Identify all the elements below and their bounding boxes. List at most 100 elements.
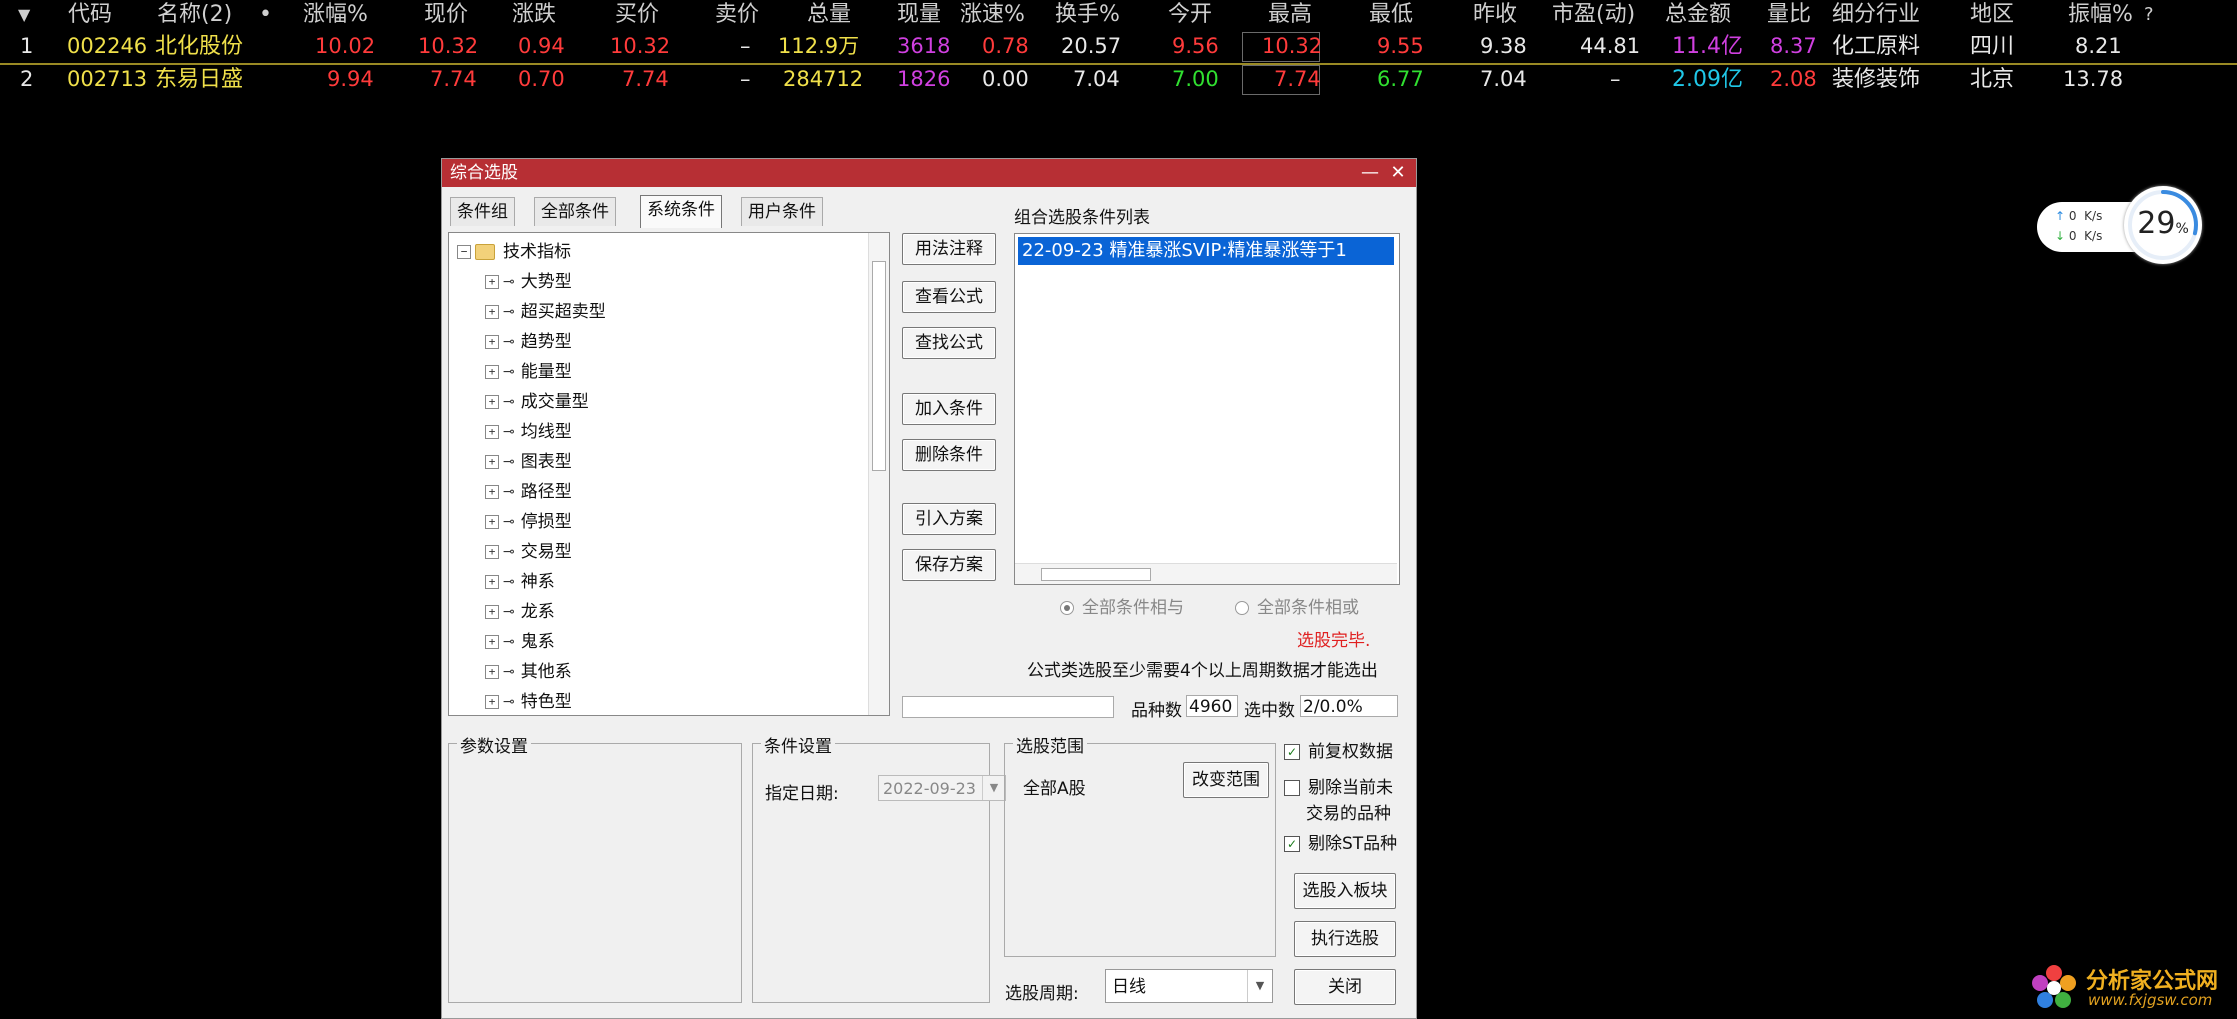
header-industry[interactable]: 细分行业: [1832, 0, 1920, 30]
amplitude: 8.21: [2075, 34, 2122, 58]
header-code[interactable]: 代码: [68, 0, 112, 30]
change-range-button[interactable]: 改变范围: [1183, 762, 1269, 798]
tree-item[interactable]: + ⊸ 图表型: [485, 447, 572, 475]
view-formula-button[interactable]: 查看公式: [902, 281, 996, 313]
header-amount[interactable]: 总金额: [1665, 0, 1731, 30]
header-low[interactable]: 最低: [1369, 0, 1413, 30]
table-row[interactable]: 1 002246 北化股份 10.02 10.32 0.94 10.32 – 1…: [0, 30, 2237, 65]
header-region[interactable]: 地区: [1970, 0, 2014, 30]
tab-user-conditions[interactable]: 用户条件: [741, 197, 823, 226]
header-pe[interactable]: 市盈(动): [1552, 0, 1635, 30]
expand-icon[interactable]: +: [485, 605, 499, 619]
expand-icon[interactable]: +: [485, 545, 499, 559]
header-amplitude[interactable]: 振幅%: [2068, 0, 2133, 30]
add-to-block-button[interactable]: 选股入板块: [1294, 873, 1396, 909]
tree-item[interactable]: + ⊸ 大势型: [485, 267, 572, 295]
radio-all-or[interactable]: 全部条件相或: [1235, 593, 1359, 618]
tree-scroll-thumb[interactable]: [872, 261, 886, 471]
tab-all-conditions[interactable]: 全部条件: [534, 197, 616, 226]
header-high[interactable]: 最高: [1268, 0, 1312, 30]
usage-notes-button[interactable]: 用法注释: [902, 233, 996, 265]
expand-icon[interactable]: +: [485, 335, 499, 349]
tree-item[interactable]: + ⊸ 鬼系: [485, 627, 555, 655]
condition-settings-group: 条件设置 指定日期: 2022-09-23 ▼: [752, 732, 1006, 1003]
ask: –: [740, 34, 751, 58]
tree-item[interactable]: + ⊸ 成交量型: [485, 387, 589, 415]
header-ask[interactable]: 卖价: [715, 0, 759, 30]
header-price[interactable]: 现价: [424, 0, 468, 30]
check-icon: ✓: [1284, 836, 1300, 852]
header-prev-close[interactable]: 昨收: [1473, 0, 1517, 30]
checkbox-exclude-untraded[interactable]: 剔除当前未: [1284, 775, 1393, 801]
expand-icon[interactable]: +: [485, 455, 499, 469]
expand-icon[interactable]: +: [485, 365, 499, 379]
expand-icon[interactable]: +: [485, 575, 499, 589]
expand-icon[interactable]: +: [485, 635, 499, 649]
param-settings-group: 参数设置: [448, 732, 742, 1003]
minimize-icon[interactable]: —: [1358, 161, 1382, 185]
header-turnover[interactable]: 换手%: [1055, 0, 1120, 30]
expand-icon[interactable]: +: [485, 515, 499, 529]
chevron-down-icon[interactable]: ▼: [982, 776, 1005, 800]
tree-item[interactable]: + ⊸ 神系: [485, 567, 555, 595]
dialog-title: 综合选股: [450, 163, 518, 183]
sort-icon[interactable]: ▼: [18, 0, 30, 30]
tab-condition-group[interactable]: 条件组: [450, 197, 515, 226]
period-select[interactable]: 日线 ▼: [1105, 969, 1273, 1003]
condition-scroll-thumb[interactable]: [1041, 568, 1151, 581]
header-cur-volume[interactable]: 现量: [897, 0, 941, 30]
checkbox-forward-adjust[interactable]: ✓ 前复权数据: [1284, 739, 1393, 765]
tree-item[interactable]: + ⊸ 龙系: [485, 597, 555, 625]
tree-item[interactable]: + ⊸ 停损型: [485, 507, 572, 535]
tree-item[interactable]: + ⊸ 其他系: [485, 657, 572, 685]
expand-icon[interactable]: +: [485, 695, 499, 709]
save-plan-button[interactable]: 保存方案: [902, 549, 996, 581]
import-plan-button[interactable]: 引入方案: [902, 503, 996, 535]
tree-item[interactable]: + ⊸ 能量型: [485, 357, 572, 385]
add-condition-button[interactable]: 加入条件: [902, 393, 996, 425]
header-pct[interactable]: 涨幅%: [303, 0, 368, 30]
network-speed-widget[interactable]: ↑ 0 K/s ↓ 0 K/s 29%: [2037, 186, 2202, 268]
header-vol-ratio[interactable]: 量比: [1767, 0, 1811, 30]
tab-system-conditions[interactable]: 系统条件: [640, 195, 722, 228]
radio-all-and[interactable]: 全部条件相与: [1060, 593, 1184, 618]
checkbox-exclude-st[interactable]: ✓ 剔除ST品种: [1284, 831, 1397, 857]
table-row[interactable]: 2 002713 东易日盛 9.94 7.74 0.70 7.74 – 2847…: [0, 63, 2237, 96]
expand-icon[interactable]: +: [485, 485, 499, 499]
header-name[interactable]: 名称(2): [157, 0, 232, 30]
condition-list-scrollbar[interactable]: [1015, 563, 1397, 584]
tree-item[interactable]: + ⊸ 均线型: [485, 417, 572, 445]
tree-item[interactable]: + ⊸ 超买超卖型: [485, 297, 606, 325]
find-formula-button[interactable]: 查找公式: [902, 327, 996, 359]
delete-condition-button[interactable]: 删除条件: [902, 439, 996, 471]
flower-logo-icon: [2032, 965, 2076, 1008]
key-icon: ⊸: [503, 694, 515, 710]
expand-icon[interactable]: +: [485, 425, 499, 439]
date-picker[interactable]: 2022-09-23 ▼: [878, 775, 1006, 801]
close-icon[interactable]: ✕: [1386, 161, 1410, 185]
tree-item[interactable]: + ⊸ 交易型: [485, 537, 572, 565]
close-button[interactable]: 关闭: [1294, 969, 1396, 1005]
list-item[interactable]: 22-09-23 精准暴涨SVIP:精准暴涨等于1: [1018, 237, 1394, 265]
tree-item[interactable]: + ⊸ 路径型: [485, 477, 572, 505]
header-change[interactable]: 涨跌: [512, 0, 556, 30]
tree-scrollbar[interactable]: [868, 233, 889, 715]
indicator-tree[interactable]: − 技术指标 + ⊸ 大势型 + ⊸ 超买超卖型 + ⊸ 趋势型 + ⊸ 能量型 + ⊸ 成交量型 +…: [448, 232, 890, 716]
expand-icon[interactable]: +: [485, 395, 499, 409]
tree-item[interactable]: + ⊸ 趋势型: [485, 327, 572, 355]
expand-icon[interactable]: +: [485, 305, 499, 319]
header-open[interactable]: 今开: [1168, 0, 1212, 30]
expand-icon[interactable]: +: [485, 275, 499, 289]
header-bid[interactable]: 买价: [615, 0, 659, 30]
tree-item[interactable]: + ⊸ 特色型: [485, 687, 572, 715]
tree-root-technical[interactable]: − 技术指标: [457, 237, 571, 262]
expand-icon[interactable]: +: [485, 665, 499, 679]
header-help[interactable]: ?: [2144, 0, 2154, 30]
chevron-down-icon[interactable]: ▼: [1247, 970, 1272, 1002]
header-volume[interactable]: 总量: [807, 0, 851, 30]
header-speed[interactable]: 涨速%: [960, 0, 1025, 30]
dialog-titlebar[interactable]: 综合选股 — ✕: [442, 159, 1416, 187]
collapse-icon[interactable]: −: [457, 245, 471, 259]
condition-list[interactable]: 22-09-23 精准暴涨SVIP:精准暴涨等于1: [1014, 233, 1400, 585]
execute-screening-button[interactable]: 执行选股: [1294, 921, 1396, 957]
